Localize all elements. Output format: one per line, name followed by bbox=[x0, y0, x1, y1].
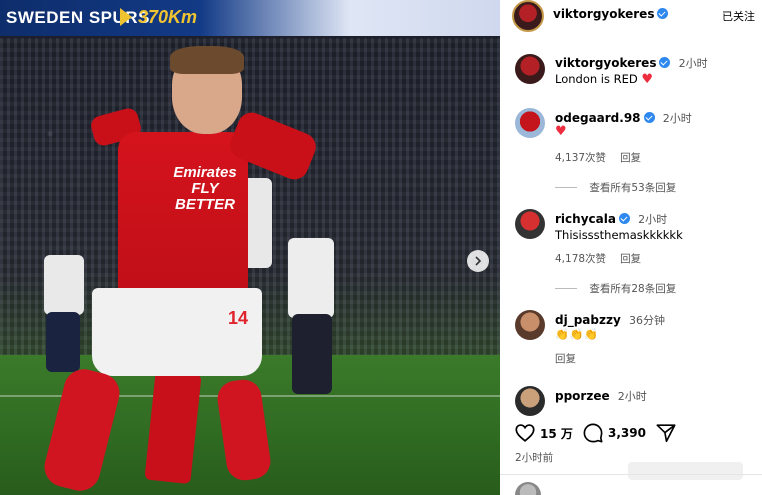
background-player bbox=[44, 255, 84, 315]
carousel-next-button[interactable] bbox=[467, 250, 489, 272]
comment-username[interactable]: richycala 2小时 bbox=[555, 211, 667, 227]
caption-avatar[interactable] bbox=[515, 54, 545, 84]
comment-username-text: pporzee bbox=[555, 389, 610, 403]
comment-username[interactable]: odegaard.98 2小时 bbox=[555, 110, 692, 126]
like-button[interactable]: 15 万 bbox=[514, 422, 573, 444]
comment-username-text: dj_pabzzy bbox=[555, 313, 621, 327]
commenter-avatar[interactable] bbox=[515, 108, 545, 138]
comment-time: 2小时 bbox=[638, 213, 668, 226]
comment-icon bbox=[583, 423, 603, 443]
jersey-sponsor: Emirates FLY BETTER bbox=[173, 164, 237, 213]
post-sidebar: viktorgyokeres 已关注 viktorgyokeres 2小时 Lo… bbox=[500, 0, 762, 495]
likes-count: 15 万 bbox=[540, 426, 573, 441]
reply-button[interactable]: 回复 bbox=[555, 353, 576, 365]
view-replies-text: 查看所有28条回复 bbox=[589, 283, 677, 295]
reply-button[interactable]: 回复 bbox=[620, 253, 641, 265]
comment-text: ♥ bbox=[555, 124, 567, 139]
caption-username[interactable]: viktorgyokeres 2小时 bbox=[555, 55, 708, 71]
comment-likes[interactable]: 4,178次赞 bbox=[555, 253, 606, 265]
comment-time: 2小时 bbox=[617, 390, 647, 403]
view-replies-button[interactable]: 查看所有53条回复 bbox=[555, 180, 676, 195]
comment-likes[interactable]: 4,137次赞 bbox=[555, 152, 606, 164]
view-replies-text: 查看所有53条回复 bbox=[589, 182, 677, 194]
comment-time: 36分钟 bbox=[628, 314, 665, 327]
divider bbox=[500, 474, 762, 475]
red-heart-emoji-icon: ♥ bbox=[555, 124, 567, 139]
shorts-number: 14 bbox=[228, 308, 249, 328]
comment-text: Thisisssthemaskkkkkk bbox=[555, 228, 683, 242]
heart-icon bbox=[515, 424, 535, 442]
author-avatar[interactable] bbox=[512, 0, 544, 32]
comment-username[interactable]: pporzee 2小时 bbox=[555, 388, 647, 404]
author-username-text: viktorgyokeres bbox=[553, 7, 655, 21]
comment-username-text: odegaard.98 bbox=[555, 111, 641, 125]
verified-badge-icon bbox=[657, 8, 669, 19]
comment-time: 2小时 bbox=[662, 112, 692, 125]
comment-meta: 4,137次赞 回复 bbox=[555, 150, 641, 165]
add-comment-row bbox=[500, 480, 762, 495]
ad-board: SWEDEN SPURS 370Km bbox=[0, 0, 500, 36]
comment-button[interactable]: 3,390 bbox=[582, 422, 646, 444]
post-header: viktorgyokeres 已关注 bbox=[500, 0, 762, 34]
view-replies-button[interactable]: 查看所有28条回复 bbox=[555, 281, 676, 296]
post-actions: 15 万 3,390 bbox=[500, 420, 762, 448]
author-username[interactable]: viktorgyokeres bbox=[553, 7, 669, 21]
red-heart-emoji-icon: ♥ bbox=[641, 72, 654, 87]
caption-text-content: London is RED bbox=[555, 72, 638, 86]
commenter-avatar[interactable] bbox=[515, 386, 545, 416]
ad-board-arrow bbox=[120, 8, 132, 26]
commenter-avatar[interactable] bbox=[515, 310, 545, 340]
commenter-avatar[interactable] bbox=[515, 209, 545, 239]
background-player bbox=[292, 314, 332, 394]
background-player bbox=[46, 312, 80, 372]
following-button[interactable]: 已关注 bbox=[722, 8, 755, 24]
post-timestamp[interactable]: 2小时前 bbox=[515, 450, 553, 465]
background-player bbox=[288, 238, 334, 318]
caption-text: London is RED ♥ bbox=[555, 72, 653, 87]
verified-badge-icon bbox=[659, 57, 671, 68]
chevron-right-icon bbox=[475, 256, 482, 266]
player-shorts bbox=[92, 288, 262, 376]
player-hair bbox=[170, 46, 244, 74]
verified-badge-icon bbox=[618, 213, 630, 224]
watermark-bar bbox=[628, 462, 743, 480]
verified-badge-icon bbox=[643, 112, 655, 123]
comment-username-text: richycala bbox=[555, 212, 616, 226]
comment-username[interactable]: dj_pabzzy 36分钟 bbox=[555, 312, 665, 328]
comment-text: 👏👏👏 bbox=[555, 328, 600, 341]
reply-button[interactable]: 回复 bbox=[620, 152, 641, 164]
comment-meta: 4,178次赞 回复 bbox=[555, 251, 641, 266]
caption-time: 2小时 bbox=[678, 57, 708, 70]
share-button[interactable] bbox=[655, 422, 681, 444]
send-icon bbox=[656, 424, 676, 443]
post-photo[interactable]: SWEDEN SPURS 370Km Emirates FLY BETTER 1… bbox=[0, 0, 500, 495]
comments-count: 3,390 bbox=[608, 426, 646, 440]
current-user-avatar bbox=[515, 482, 541, 495]
caption-username-text: viktorgyokeres bbox=[555, 56, 657, 70]
ad-board-value: 370Km bbox=[138, 7, 198, 27]
comment-meta: 回复 bbox=[555, 351, 576, 366]
